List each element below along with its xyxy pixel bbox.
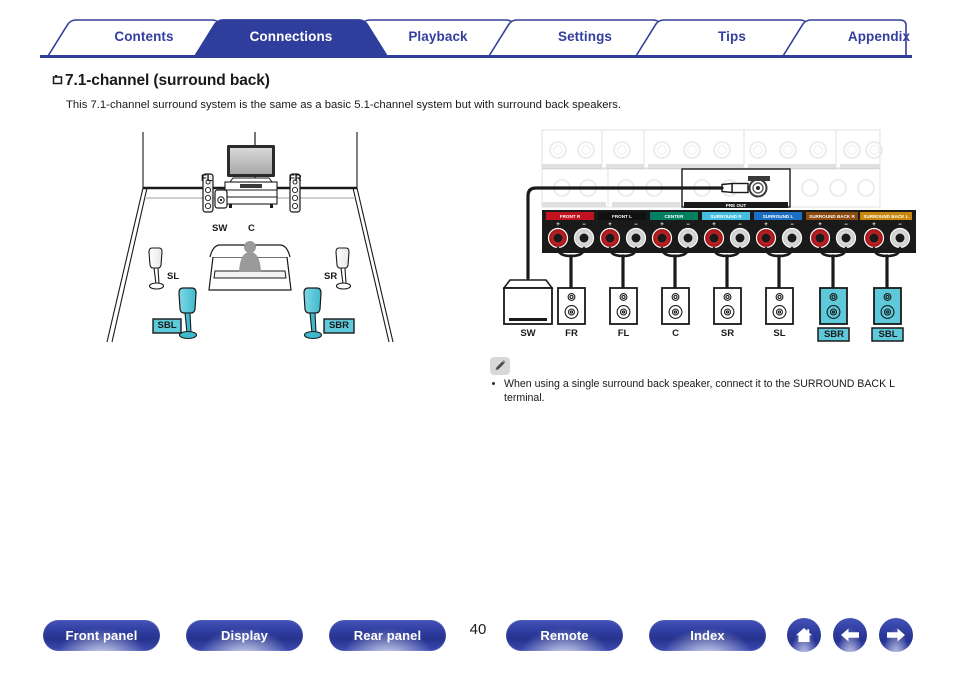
svg-text:FRONT R: FRONT R xyxy=(560,214,581,219)
svg-text:SURROUND BACK L: SURROUND BACK L xyxy=(863,214,908,219)
home-button[interactable] xyxy=(787,618,821,652)
front-panel-button[interactable]: Front panel xyxy=(43,620,160,651)
room-label-fl: FL xyxy=(201,173,213,184)
svg-text:−: − xyxy=(582,222,586,228)
remote-button[interactable]: Remote xyxy=(506,620,623,651)
rear-panel-button[interactable]: Rear panel xyxy=(329,620,446,651)
page-title: 7.1-channel (surround back) xyxy=(52,72,270,90)
main-tab-bar: Contents Connections Playback Settings T… xyxy=(40,18,912,58)
arrow-right-icon xyxy=(887,628,905,642)
room-label-c: C xyxy=(248,223,255,234)
forward-button[interactable] xyxy=(879,618,913,652)
front-panel-label: Front panel xyxy=(65,628,138,643)
panel-label-sr: SR xyxy=(720,328,735,339)
svg-text:+: + xyxy=(764,222,768,228)
page-subtitle: This 7.1-channel surround system is the … xyxy=(66,99,622,111)
panel-label-sbl: SBL xyxy=(878,329,898,340)
svg-text:−: − xyxy=(738,222,742,228)
svg-text:SURROUND R: SURROUND R xyxy=(710,214,742,219)
svg-text:−: − xyxy=(686,222,690,228)
svg-text:−: − xyxy=(790,222,794,228)
svg-text:+: + xyxy=(818,222,822,228)
back-button[interactable] xyxy=(833,618,867,652)
page-title-text: 7.1-channel (surround back) xyxy=(65,72,270,89)
subwoofer-rca-plug xyxy=(721,182,749,194)
index-button[interactable]: Index xyxy=(649,620,766,651)
section-bullet-icon xyxy=(52,72,65,90)
svg-text:+: + xyxy=(712,222,716,228)
note-bullet-icon xyxy=(492,382,495,385)
panel-label-c: C xyxy=(672,328,679,339)
room-label-sw: SW xyxy=(212,223,228,234)
svg-text:SURROUND BACK R: SURROUND BACK R xyxy=(809,214,855,219)
panel-label-fr: FR xyxy=(565,328,578,339)
display-button[interactable]: Display xyxy=(186,620,303,651)
svg-text:CENTER: CENTER xyxy=(665,214,685,219)
svg-text:−: − xyxy=(844,222,848,228)
svg-text:+: + xyxy=(660,222,664,228)
display-label: Display xyxy=(221,628,268,643)
index-label: Index xyxy=(690,628,725,643)
svg-text:FRONT L: FRONT L xyxy=(612,214,632,219)
tab-label-appendix[interactable]: Appendix xyxy=(783,29,954,44)
note-pencil-icon xyxy=(490,357,510,375)
pre-out-label: PRE OUT xyxy=(726,203,747,208)
svg-text:−: − xyxy=(634,222,638,228)
room-label-sr: SR xyxy=(324,271,338,282)
rear-panel-connection-diagram: PRE OUT FRONT R FRONT L CENTER SURROUND … xyxy=(490,128,920,353)
room-label-sbl: SBL xyxy=(157,320,177,331)
arrow-left-icon xyxy=(841,628,859,642)
room-layout-svg xyxy=(106,132,394,343)
svg-text:+: + xyxy=(556,222,560,228)
panel-label-sbr: SBR xyxy=(823,329,845,340)
room-speaker-sbr xyxy=(303,287,323,340)
remote-label: Remote xyxy=(540,628,589,643)
rear-panel-svg: PRE OUT FRONT R FRONT L CENTER SURROUND … xyxy=(502,129,916,342)
panel-speaker-sw xyxy=(502,279,554,325)
room-label-sl: SL xyxy=(167,271,180,282)
page-number: 40 xyxy=(469,621,487,638)
svg-text:SURROUND L: SURROUND L xyxy=(763,214,794,219)
room-label-sbr: SBR xyxy=(328,320,350,331)
note-text: When using a single surround back speake… xyxy=(504,378,895,404)
svg-text:+: + xyxy=(608,222,612,228)
room-layout-diagram: FL FR SW C SL SR SBL SBR xyxy=(105,130,415,350)
panel-label-fl: FL xyxy=(617,328,630,339)
panel-label-sw: SW xyxy=(520,328,536,339)
panel-label-sl: SL xyxy=(773,328,786,339)
rear-panel-label: Rear panel xyxy=(353,628,422,643)
room-label-fr: FR xyxy=(289,173,302,184)
svg-text:+: + xyxy=(872,222,876,228)
note-block: When using a single surround back speake… xyxy=(492,378,912,405)
svg-text:−: − xyxy=(898,222,902,228)
home-icon xyxy=(796,628,812,642)
